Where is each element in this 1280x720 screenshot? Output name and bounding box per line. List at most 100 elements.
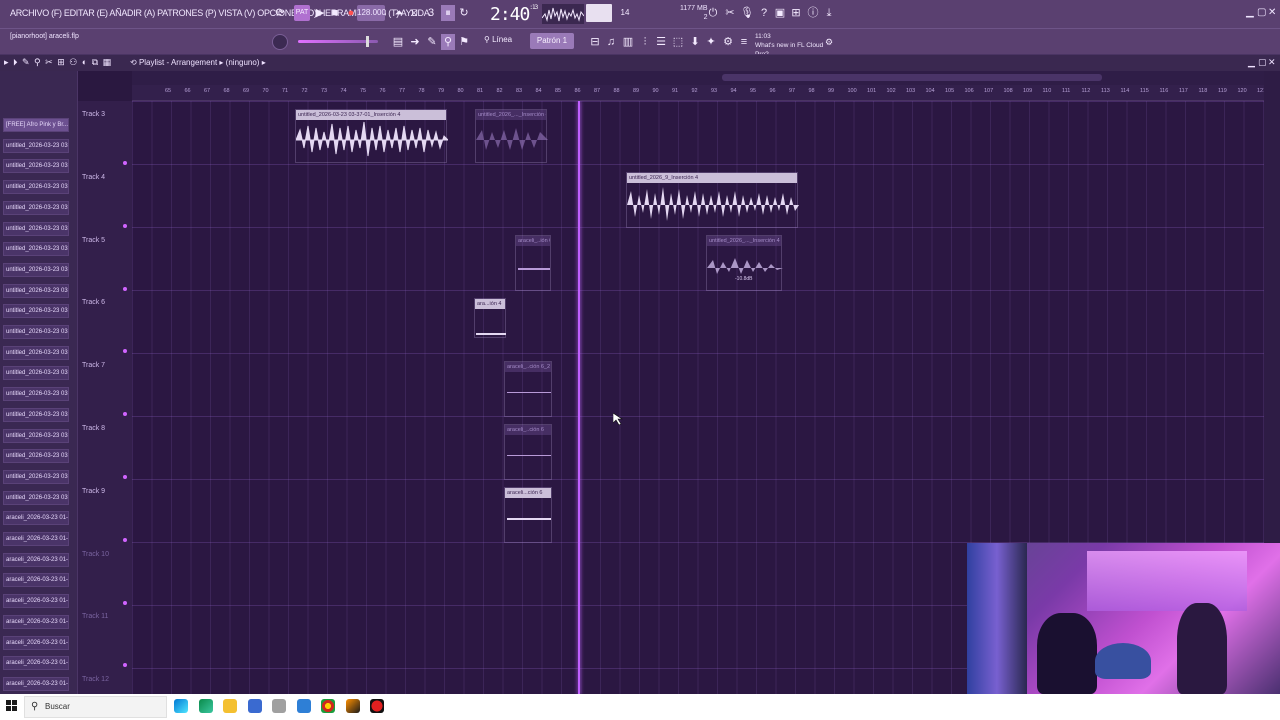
track-enable-dot[interactable]	[123, 475, 127, 479]
pattern-list-item[interactable]: araceli_2026-03-23 01-4...	[3, 656, 69, 671]
countdown-icon[interactable]: 3	[424, 5, 438, 21]
settings-gear-icon[interactable]: ⚙	[822, 34, 836, 50]
minimize-icon[interactable]: ▁	[1246, 7, 1254, 18]
pattern-list-item[interactable]: araceli_2026-03-23 01-4...	[3, 676, 69, 691]
audio-clip[interactable]: ara...ión 4	[474, 298, 506, 338]
settings-app-icon[interactable]	[272, 699, 286, 713]
playhead-marker[interactable]	[578, 101, 580, 695]
track-label[interactable]: Track 6	[82, 299, 105, 306]
pattern-list-item[interactable]: araceli_2026-03-23 01-4...	[3, 573, 69, 588]
wait-input-icon[interactable]: ⧖	[407, 5, 421, 21]
track-enable-dot[interactable]	[123, 537, 127, 542]
pattern-list-item[interactable]: untitled_2026-03-23 03:...	[3, 200, 69, 215]
save-icon[interactable]: ▣	[773, 5, 787, 21]
pattern-list-item[interactable]: untitled_2026-03-23 03:...	[3, 449, 69, 464]
audio-clip[interactable]: araceli...ción 6	[504, 487, 552, 543]
playlist-minimize-icon[interactable]: ▁	[1248, 57, 1255, 68]
pattern-list-item[interactable]: untitled_2026-03-23 03:...	[3, 242, 69, 257]
info-icon[interactable]: ⓘ	[806, 5, 820, 21]
audio-clip[interactable]: araceli_..ción 6	[504, 424, 552, 480]
piano-roll-icon[interactable]: ♫	[604, 34, 618, 50]
pencil-icon[interactable]: ✎	[425, 34, 439, 50]
brush-icon[interactable]: ⚑	[457, 34, 471, 50]
horizontal-scrollbar[interactable]	[722, 74, 1102, 81]
track-label[interactable]: Track 3	[82, 111, 105, 118]
pattern-list-item[interactable]: untitled_2026-03-23 03:...	[3, 304, 69, 319]
track-label[interactable]: Track 11	[82, 613, 108, 620]
track-enable-dot[interactable]	[123, 600, 127, 605]
plugin-picker-icon[interactable]: ⬚	[671, 34, 685, 50]
track-enable-dot[interactable]	[123, 349, 127, 354]
pattern-list-item[interactable]: araceli_2026-03-23 01-4...	[3, 511, 69, 526]
help-icon[interactable]: ?	[757, 5, 771, 21]
playlist-view-icon[interactable]: ▤	[391, 34, 405, 50]
timeline-ruler[interactable]: 65 66 67 68 69 70 71 72 73 74 75 76 77 78 79 80 81 82 83 84…	[132, 85, 1266, 101]
record-mode-icon[interactable]: ⟳	[273, 5, 287, 21]
pattern-list-item[interactable]: untitled_2026-03-23 03:...	[3, 407, 69, 422]
cut-icon[interactable]: ✂	[723, 5, 737, 21]
step-edit-icon[interactable]: ⏸	[441, 5, 455, 21]
arrow-right-icon[interactable]: ➜	[408, 34, 422, 50]
track-label[interactable]: Track 7	[82, 362, 105, 369]
windows-start-icon[interactable]	[6, 700, 18, 712]
pattern-list-item[interactable]: untitled_2026-03-23 03:...	[3, 159, 69, 174]
song-time-display[interactable]: 2:40:13	[490, 4, 538, 25]
play-button[interactable]: ▶	[313, 5, 327, 21]
edge-icon[interactable]	[174, 699, 188, 713]
track-label[interactable]: Track 9	[82, 488, 105, 495]
tempo-display[interactable]: 128.000	[357, 5, 386, 21]
obs-icon[interactable]	[370, 699, 384, 713]
playlist-tools[interactable]: ▸ ⏵ ✎ ⚲ ✂ ⊞ ⚇ ◐ ⧉ ▦	[4, 57, 112, 68]
track-label[interactable]: Track 10	[82, 551, 109, 558]
playlist-icon[interactable]: ⊟	[588, 34, 602, 50]
pattern-list-item[interactable]: untitled_2026-03-23 03:...	[3, 490, 69, 505]
snap-selector[interactable]: ⚲ Línea	[484, 35, 512, 44]
touch-keyboard-icon[interactable]: ⬇	[688, 34, 702, 50]
mic-icon[interactable]: 🎙	[740, 5, 754, 21]
record-button[interactable]: ●	[344, 5, 358, 21]
chrome-icon[interactable]	[321, 699, 335, 713]
loop-record-icon[interactable]: ↻	[457, 5, 471, 21]
pattern-list-item[interactable]: untitled_2026-03-23 03:...	[3, 138, 69, 153]
track-enable-dot[interactable]	[123, 161, 127, 165]
track-enable-dot[interactable]	[123, 286, 127, 291]
pattern-selector[interactable]: Patrón 1	[530, 33, 574, 49]
audio-clip[interactable]: untitled_2026_9_Inserción 4	[626, 172, 799, 228]
audio-clip[interactable]: untitled_2026_..._Inserción 4	[475, 109, 548, 163]
track-label[interactable]: Track 12	[82, 676, 109, 683]
pattern-list-item[interactable]: araceli_2026-03-23 01-4...	[3, 594, 69, 609]
fl-cloud-icon[interactable]: ✦	[704, 34, 718, 50]
track-label[interactable]: Track 8	[82, 425, 105, 432]
power-icon[interactable]: ⏻	[706, 5, 720, 21]
channel-rack-icon[interactable]: ▥	[621, 34, 635, 50]
paint-icon[interactable]: ⚲	[441, 34, 455, 50]
pattern-list-item[interactable]: araceli_2026-03-23 01-4...	[3, 552, 69, 567]
pattern-list-item[interactable]: [FREE] Afro Pink y Br...	[3, 118, 69, 132]
track-label[interactable]: Track 4	[82, 174, 105, 181]
close-icon[interactable]: ✕	[1268, 7, 1276, 18]
pattern-list-item[interactable]: untitled_2026-03-23 03:...	[3, 325, 69, 339]
file-explorer-icon[interactable]	[223, 699, 237, 713]
audio-clip[interactable]: araceli_..ción 6_2	[504, 361, 552, 417]
store-icon[interactable]	[248, 699, 262, 713]
pattern-list-item[interactable]: untitled_2026-03-23 03:...	[3, 345, 69, 360]
pattern-list-item[interactable]: untitled_2026-03-23 03:...	[3, 221, 69, 236]
playlist-close-icon[interactable]: ✕	[1268, 57, 1276, 68]
pattern-list-item[interactable]: untitled_2026-03-23 03:...	[3, 180, 69, 195]
menu-icon[interactable]: ≡	[737, 34, 751, 50]
pattern-list-item[interactable]: untitled_2026-03-23 03:...	[3, 428, 69, 443]
audio-clip[interactable]: araceli_..ión 6	[515, 235, 551, 291]
pattern-list-item[interactable]: untitled_2026-03-23 03:...	[3, 283, 69, 298]
pattern-list-item[interactable]: untitled_2026-03-23 03:...	[3, 387, 69, 402]
audio-clip[interactable]: untitled_2026-03-23 03-37-01_Inserción 4	[295, 109, 448, 163]
fl-studio-icon[interactable]	[346, 699, 360, 713]
pattern-list-item[interactable]: araceli_2026-03-23 01-4...	[3, 635, 69, 650]
metronome-icon[interactable]: ⏶	[392, 5, 406, 21]
plugin-icon[interactable]: ⊞	[789, 5, 803, 21]
vscode-icon[interactable]	[297, 699, 311, 713]
pattern-list-item[interactable]: untitled_2026-03-23 03:...	[3, 366, 69, 381]
track-label[interactable]: Track 5	[82, 237, 105, 244]
browser-icon[interactable]: ☰	[654, 34, 668, 50]
track-enable-dot[interactable]	[123, 223, 127, 228]
download-icon[interactable]: ⤓	[822, 5, 836, 21]
